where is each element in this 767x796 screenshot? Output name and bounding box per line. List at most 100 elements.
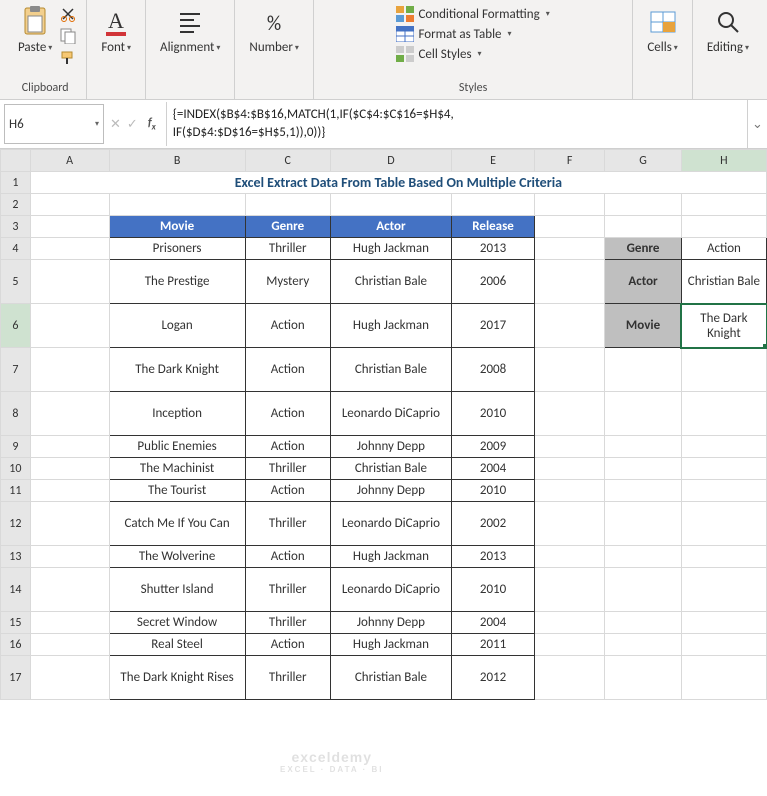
cell[interactable]: Action [246,547,330,566]
cell[interactable]: Logan [110,316,245,335]
cell[interactable]: Secret Window [110,613,245,632]
cell[interactable]: The Prestige [110,272,245,291]
format-painter-icon[interactable] [60,50,76,66]
cell[interactable] [605,225,681,229]
cell[interactable] [535,555,604,559]
cell[interactable] [535,621,604,625]
cell[interactable]: Action [682,239,766,258]
cell-styles-button[interactable]: Cell Styles▾ [396,46,549,62]
cell[interactable]: 2011 [452,635,534,654]
cell[interactable]: Johnny Depp [331,437,451,456]
cell[interactable] [535,225,604,229]
col-F[interactable]: F [535,150,605,172]
format-as-table-button[interactable]: Format as Table▾ [396,26,549,42]
cell[interactable]: Thriller [246,459,330,478]
row-header[interactable]: 11 [1,480,31,502]
row-header[interactable]: 1 [1,172,31,194]
cell[interactable]: Mystery [246,272,330,291]
cell[interactable]: Thriller [246,668,330,687]
alignment-button[interactable]: Alignment▾ [154,4,226,57]
cell[interactable] [31,368,109,372]
cell[interactable]: 2004 [452,459,534,478]
cell[interactable] [605,676,681,680]
cell[interactable]: The Machinist [110,459,245,478]
cell[interactable] [246,203,330,207]
cell[interactable] [682,522,766,526]
cell[interactable]: 2004 [452,613,534,632]
cell[interactable] [682,555,766,559]
cell[interactable]: Real Steel [110,635,245,654]
cell[interactable] [31,203,109,207]
cell[interactable]: Action [246,481,330,500]
cell[interactable] [31,643,109,647]
cell[interactable]: Johnny Depp [331,481,451,500]
col-A[interactable]: A [30,150,109,172]
cell[interactable]: 2010 [452,404,534,423]
cell[interactable]: Leonardo DiCaprio [331,580,451,599]
cell[interactable]: Catch Me If You Can [110,514,245,533]
cell[interactable] [31,676,109,680]
cell[interactable]: Hugh Jackman [331,635,451,654]
cell[interactable]: 2008 [452,360,534,379]
cell[interactable] [605,643,681,647]
row-header[interactable]: 17 [1,656,31,700]
cell[interactable] [682,676,766,680]
cell[interactable] [682,368,766,372]
row-header[interactable]: 12 [1,502,31,546]
cell[interactable] [535,643,604,647]
cell[interactable] [605,522,681,526]
name-box[interactable]: H6 ▾ [4,104,104,144]
cell[interactable]: Release [452,217,534,236]
cell[interactable] [535,445,604,449]
col-B[interactable]: B [109,150,245,172]
row-header[interactable]: 9 [1,436,31,458]
row-header[interactable]: 3 [1,216,31,238]
col-G[interactable]: G [605,150,682,172]
col-D[interactable]: D [330,150,451,172]
cell[interactable] [535,247,604,251]
row-header[interactable]: 6 [1,304,31,348]
cell[interactable]: Genre [605,239,681,258]
cell[interactable]: Thriller [246,613,330,632]
cell[interactable] [535,522,604,526]
cell[interactable]: 2010 [452,580,534,599]
cell[interactable]: The Tourist [110,481,245,500]
cell[interactable] [31,621,109,625]
cell[interactable] [31,225,109,229]
cell[interactable]: Leonardo DiCaprio [331,514,451,533]
row-header[interactable]: 13 [1,546,31,568]
row-header[interactable]: 2 [1,194,31,216]
cell[interactable]: Christian Bale [331,459,451,478]
cell[interactable] [535,676,604,680]
cell[interactable] [31,324,109,328]
cell[interactable]: Action [246,360,330,379]
formula-input[interactable]: {=INDEX($B$4:$B$16,MATCH(1,IF($C$4:$C$16… [166,102,747,146]
grid[interactable]: A B C D E F G H 1Excel Extract Data From… [0,149,767,700]
cell[interactable]: Shutter Island [110,580,245,599]
cell[interactable] [605,203,681,207]
cell[interactable] [682,621,766,625]
cell[interactable]: Actor [605,272,681,291]
cell[interactable]: 2006 [452,272,534,291]
cell[interactable] [31,412,109,416]
cancel-formula-icon[interactable]: ✕ [110,117,121,132]
cell[interactable] [31,467,109,471]
font-button[interactable]: A Font▾ [95,4,137,57]
cell[interactable]: Johnny Depp [331,613,451,632]
number-button[interactable]: % Number▾ [243,4,304,57]
cell[interactable] [605,555,681,559]
cell[interactable]: The Wolverine [110,547,245,566]
cell[interactable]: Prisoners [110,239,245,258]
cell[interactable] [31,445,109,449]
cell[interactable] [605,368,681,372]
cell[interactable] [535,588,604,592]
editing-button[interactable]: Editing▾ [701,4,755,57]
cell[interactable]: Christian Bale [331,360,451,379]
cell[interactable] [31,489,109,493]
cell[interactable]: 2010 [452,481,534,500]
cell[interactable] [682,203,766,207]
cell[interactable] [605,588,681,592]
chevron-down-icon[interactable]: ▾ [95,119,99,129]
cell[interactable]: Genre [246,217,330,236]
expand-formula-bar-button[interactable]: ⌄ [747,100,767,148]
